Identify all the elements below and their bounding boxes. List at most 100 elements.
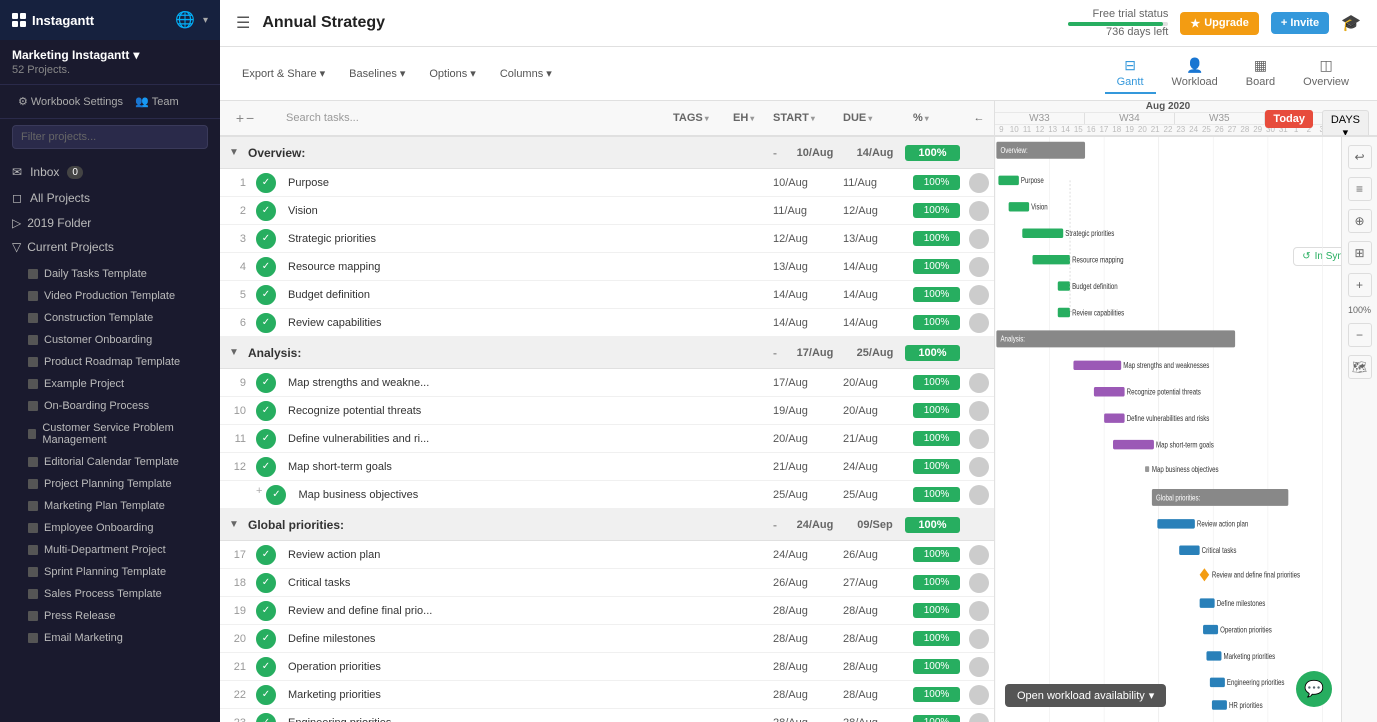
- task-name[interactable]: Map strengths and weakne...: [282, 377, 669, 389]
- project-icon: [28, 457, 38, 467]
- task-name[interactable]: Vision: [282, 205, 669, 217]
- team-icon: 👥: [135, 95, 149, 108]
- sidebar-project-example[interactable]: Example Project: [0, 373, 220, 395]
- sidebar-project-roadmap[interactable]: Product Roadmap Template: [0, 351, 220, 373]
- task-name[interactable]: Define vulnerabilities and ri...: [282, 433, 669, 445]
- sidebar-project-construction[interactable]: Construction Template: [0, 307, 220, 329]
- task-check-done[interactable]: ✓: [250, 257, 282, 277]
- hamburger-btn[interactable]: ☰: [236, 13, 250, 33]
- section-title: Overview:: [244, 146, 765, 160]
- task-pct: 100%: [913, 175, 960, 190]
- invite-btn[interactable]: + Invite: [1271, 12, 1329, 34]
- export-share-btn[interactable]: Export & Share ▾: [236, 64, 331, 83]
- eh-col-header[interactable]: EH ▾: [729, 112, 769, 124]
- dropdown-arrow: ▾: [320, 67, 326, 80]
- section-toggle[interactable]: ▼: [224, 343, 244, 363]
- task-name[interactable]: Engineering priorities: [282, 717, 669, 722]
- sidebar-project-customer-service[interactable]: Customer Service Problem Management: [0, 417, 220, 451]
- task-name[interactable]: Review and define final prio...: [282, 605, 669, 617]
- help-btn[interactable]: 🎓: [1341, 13, 1361, 33]
- tab-workload[interactable]: 👤 Workload: [1160, 53, 1230, 94]
- task-name[interactable]: Resource mapping: [282, 261, 669, 273]
- task-start: 28/Aug: [769, 661, 839, 673]
- task-check-done[interactable]: ✓: [250, 285, 282, 305]
- sidebar-project-multidept[interactable]: Multi-Department Project: [0, 539, 220, 561]
- sidebar-project-sprint[interactable]: Sprint Planning Template: [0, 561, 220, 583]
- tab-board[interactable]: ▦ Board: [1234, 53, 1287, 94]
- sidebar-project-onboarding[interactable]: Customer Onboarding: [0, 329, 220, 351]
- section-start: 10/Aug: [785, 147, 845, 159]
- sidebar-project-email[interactable]: Email Marketing: [0, 627, 220, 649]
- task-num: 21: [220, 661, 250, 673]
- task-start: 21/Aug: [769, 461, 839, 473]
- task-name[interactable]: Operation priorities: [282, 661, 669, 673]
- task-name[interactable]: Budget definition: [282, 289, 669, 301]
- start-col-header[interactable]: START ▾: [769, 112, 839, 124]
- sidebar-project-press[interactable]: Press Release: [0, 605, 220, 627]
- tags-col-header[interactable]: TAGS ▾: [669, 112, 729, 124]
- task-name[interactable]: Define milestones: [282, 633, 669, 645]
- task-name[interactable]: Critical tasks: [282, 577, 669, 589]
- tab-overview[interactable]: ◫ Overview: [1291, 53, 1361, 94]
- sidebar-project-video[interactable]: Video Production Template: [0, 285, 220, 307]
- avatar: [969, 713, 989, 722]
- due-col-header[interactable]: DUE ▾: [839, 112, 909, 124]
- task-num: 2: [220, 205, 250, 217]
- section-toggle[interactable]: ▼: [224, 143, 244, 163]
- task-name[interactable]: Purpose: [282, 177, 669, 189]
- add-col-btn[interactable]: +: [236, 110, 244, 126]
- task-name[interactable]: Marketing priorities: [282, 689, 669, 701]
- workspace-name[interactable]: Marketing Instagantt ▾: [12, 48, 208, 62]
- back-arrow-icon[interactable]: ←: [974, 112, 985, 124]
- options-btn[interactable]: Options ▾: [423, 64, 481, 83]
- sidebar-project-editorial[interactable]: Editorial Calendar Template: [0, 451, 220, 473]
- sidebar-project-planning[interactable]: Project Planning Template: [0, 473, 220, 495]
- tab-gantt[interactable]: ⊟ Gantt: [1105, 53, 1156, 94]
- project-icon: [28, 379, 38, 389]
- task-name[interactable]: Review action plan: [282, 549, 669, 561]
- task-check-done[interactable]: ✓: [250, 313, 282, 333]
- sidebar-folder-current[interactable]: ▽ Current Projects: [0, 235, 220, 259]
- sidebar-project-employee[interactable]: Employee Onboarding: [0, 517, 220, 539]
- view-tabs-container: ⊟ Gantt 👤 Workload ▦ Board ◫ Overview: [1105, 53, 1361, 94]
- task-name[interactable]: Map business objectives: [292, 489, 669, 501]
- month-label: Aug 2020: [1146, 101, 1190, 112]
- add-task-icon[interactable]: +: [256, 485, 262, 505]
- task-check-done[interactable]: ✓: [250, 173, 282, 193]
- chat-btn[interactable]: 💬: [1296, 671, 1332, 707]
- globe-icon[interactable]: 🌐: [175, 10, 195, 30]
- avatar: [969, 601, 989, 621]
- pct-col-header[interactable]: % ▾: [909, 112, 964, 124]
- search-input[interactable]: [278, 108, 436, 128]
- sidebar-project-marketing[interactable]: Marketing Plan Template: [0, 495, 220, 517]
- sidebar-all-projects[interactable]: ◻ All Projects: [0, 185, 220, 211]
- task-name[interactable]: Strategic priorities: [282, 233, 669, 245]
- trial-status-label: Free trial status: [1068, 8, 1168, 20]
- gantt-icon: ⊟: [1124, 57, 1136, 74]
- sidebar-project-daily[interactable]: Daily Tasks Template: [0, 263, 220, 285]
- task-check-done[interactable]: ✓: [250, 201, 282, 221]
- sidebar-folder-2019[interactable]: ▷ 2019 Folder: [0, 211, 220, 235]
- sidebar-project-sales[interactable]: Sales Process Template: [0, 583, 220, 605]
- today-btn[interactable]: Today: [1265, 110, 1313, 128]
- baselines-btn[interactable]: Baselines ▾: [343, 64, 411, 83]
- section-toggle[interactable]: ▼: [224, 515, 244, 535]
- task-pct: 100%: [913, 375, 960, 390]
- task-name[interactable]: Recognize potential threats: [282, 405, 669, 417]
- task-check-done[interactable]: ✓: [250, 229, 282, 249]
- columns-btn[interactable]: Columns ▾: [494, 64, 558, 83]
- filter-projects-input[interactable]: [12, 125, 208, 149]
- task-pct: 100%: [913, 259, 960, 274]
- sidebar-project-onboarding-process[interactable]: On-Boarding Process: [0, 395, 220, 417]
- task-name[interactable]: Map short-term goals: [282, 461, 669, 473]
- svg-text:Review and define final priori: Review and define final priorities: [1212, 570, 1300, 580]
- workload-availability-btn[interactable]: Open workload availability ▾: [1005, 684, 1166, 707]
- task-pct: 100%: [913, 287, 960, 302]
- upgrade-btn[interactable]: ★ Upgrade: [1180, 12, 1259, 35]
- days-btn[interactable]: DAYS ▾: [1322, 110, 1369, 137]
- sidebar-inbox[interactable]: ✉ Inbox 0: [0, 159, 220, 185]
- team-btn[interactable]: 👥 Team: [129, 91, 185, 112]
- workbook-settings-btn[interactable]: ⚙ Workbook Settings: [12, 91, 129, 112]
- task-name[interactable]: Review capabilities: [282, 317, 669, 329]
- subtract-col-btn[interactable]: −: [246, 110, 254, 126]
